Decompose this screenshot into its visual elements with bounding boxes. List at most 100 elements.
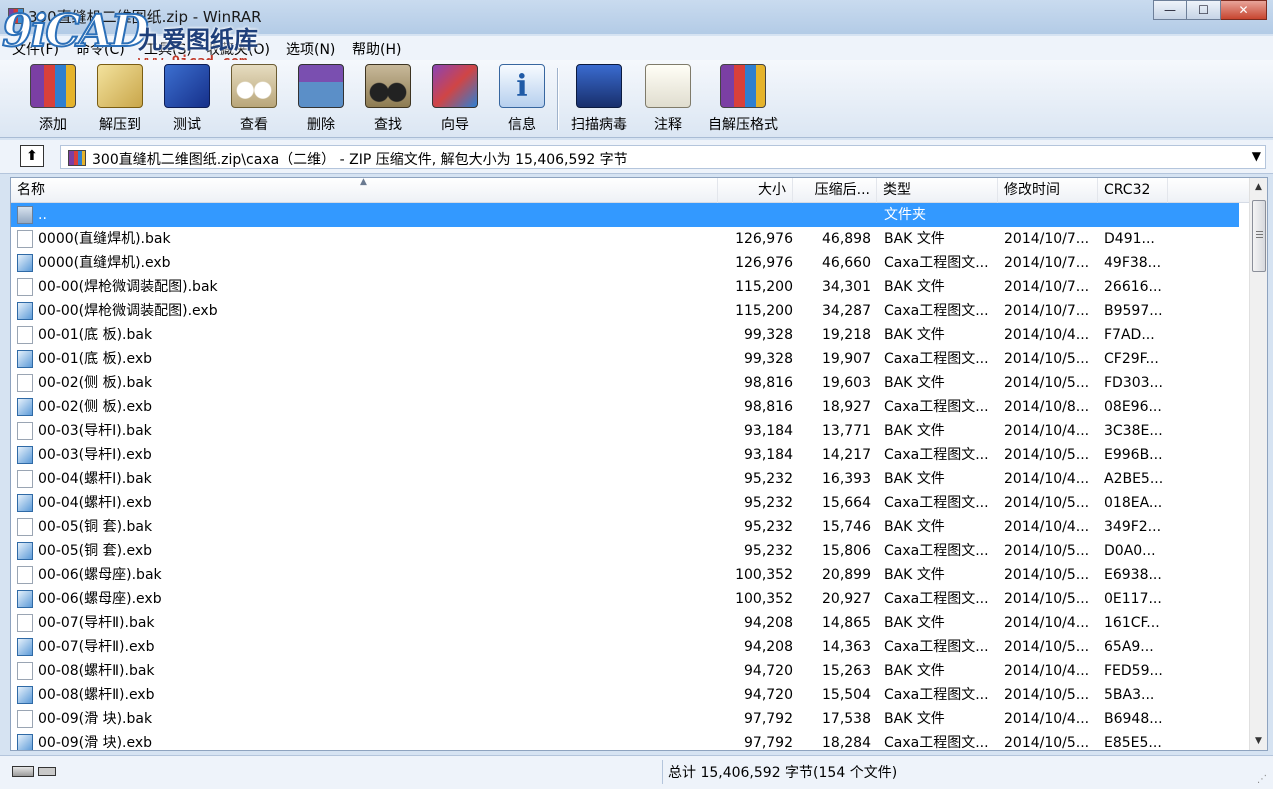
table-row[interactable]: 00-05(铜 套).bak 95,232 15,746 BAK 文件 2014/10/… [11,515,1239,539]
table-row[interactable]: 00-04(螺杆Ⅰ).bak 95,232 16,393 BAK 文件 2014/10/… [11,467,1239,491]
table-row[interactable]: 00-04(螺杆Ⅰ).exb 95,232 15,664 Caxa工程图文... 201… [11,491,1239,515]
column-name[interactable]: 名称 [11,178,718,203]
file-crc: 65A9... [1104,639,1154,655]
file-crc: E85E5... [1104,735,1162,751]
toolbar-test-button[interactable]: 测试 [152,64,222,134]
toolbar-info-button[interactable]: 信息 [487,64,557,134]
file-list[interactable]: ▲ 名称 大小 压缩后... 类型 修改时间 CRC32 .. 文件夹 0000(直… [10,177,1268,751]
bak-file-icon [17,710,33,728]
path-dropdown-icon[interactable]: ▼ [1252,149,1261,163]
file-size: 94,720 [744,663,793,679]
file-name: 00-09(滑 块).exb [38,735,153,751]
table-row[interactable]: .. 文件夹 [11,203,1239,227]
file-size: 115,200 [735,303,793,319]
file-packed-size: 15,263 [822,663,871,679]
file-crc: 349F2... [1104,519,1162,535]
toolbar-view-button[interactable]: 查看 [219,64,289,134]
path-combobox[interactable]: 300直缝机二维图纸.zip\caxa（二维） - ZIP 压缩文件, 解包大小… [60,145,1266,169]
column-size[interactable]: 大小 [718,178,793,203]
toolbar-add-button[interactable]: 添加 [18,64,88,134]
table-row[interactable]: 00-08(螺杆Ⅱ).exb 94,720 15,504 Caxa工程图文... 201… [11,683,1239,707]
table-row[interactable]: 00-05(铜 套).exb 95,232 15,806 Caxa工程图文... 201… [11,539,1239,563]
table-row[interactable]: 00-07(导杆Ⅱ).exb 94,208 14,363 Caxa工程图文... 201… [11,635,1239,659]
file-crc: FD303... [1104,375,1163,391]
menu-options[interactable]: 选项(N) [286,39,335,59]
column-crc[interactable]: CRC32 [1098,178,1168,203]
file-type: Caxa工程图文... [884,447,989,463]
table-row[interactable]: 00-00(焊枪微调装配图).bak 115,200 34,301 BAK 文件 201… [11,275,1239,299]
file-crc: 0E117... [1104,591,1162,607]
menu-help[interactable]: 帮助(H) [352,39,401,59]
table-row[interactable]: 00-02(侧 板).exb 98,816 18,927 Caxa工程图文... 201… [11,395,1239,419]
table-row[interactable]: 00-09(滑 块).exb 97,792 18,284 Caxa工程图文... 201… [11,731,1239,751]
file-name: 00-00(焊枪微调装配图).bak [38,279,218,295]
toolbar-sfx-button[interactable]: 自解压格式 [708,64,778,134]
toolbar-find-button[interactable]: 查找 [353,64,423,134]
table-row[interactable]: 00-02(侧 板).bak 98,816 19,603 BAK 文件 2014/10/… [11,371,1239,395]
add-icon [30,64,76,108]
scroll-up-icon[interactable]: ▲ [1250,178,1267,196]
table-row[interactable]: 00-03(导杆Ⅰ).bak 93,184 13,771 BAK 文件 2014/10/… [11,419,1239,443]
close-button[interactable]: ✕ [1221,0,1267,20]
winrar-app-icon[interactable] [8,8,24,24]
table-row[interactable]: 00-01(底 板).exb 99,328 19,907 Caxa工程图文... 201… [11,347,1239,371]
file-type: Caxa工程图文... [884,591,989,607]
table-row[interactable]: 00-03(导杆Ⅰ).exb 93,184 14,217 Caxa工程图文... 201… [11,443,1239,467]
file-type: BAK 文件 [884,471,945,487]
file-crc: B9597... [1104,303,1163,319]
toolbar-extract-button[interactable]: 解压到 [85,64,155,134]
status-icons [12,766,58,778]
up-folder-button[interactable]: ⬆ [20,145,44,167]
file-type: BAK 文件 [884,519,945,535]
file-name: 00-02(侧 板).bak [38,375,153,391]
drive-icon[interactable] [12,766,34,777]
menu-commands[interactable]: 命令(C) [76,39,125,59]
status-bar: 总计 15,406,592 字节(154 个文件) ⋰ [0,755,1273,789]
file-type: BAK 文件 [884,663,945,679]
file-type: BAK 文件 [884,231,945,247]
file-type: BAK 文件 [884,327,945,343]
bak-file-icon [17,422,33,440]
file-name: 00-01(底 板).bak [38,327,153,343]
file-modified: 2014/10/5... [1004,447,1090,463]
toolbar-comment-button[interactable]: 注释 [633,64,703,134]
table-row[interactable]: 00-01(底 板).bak 99,328 19,218 BAK 文件 2014/10/… [11,323,1239,347]
file-name: 00-03(导杆Ⅰ).bak [38,423,152,439]
folder-icon [17,206,33,224]
menu-favorites[interactable]: 收藏夹(O) [206,39,270,59]
menu-file[interactable]: 文件(F) [12,39,59,59]
minimize-button[interactable]: — [1153,0,1187,20]
file-crc: 49F38... [1104,255,1162,271]
maximize-button[interactable]: ☐ [1187,0,1221,20]
vertical-scrollbar[interactable]: ▲ ▼ [1249,178,1267,750]
column-modified[interactable]: 修改时间 [998,178,1098,203]
file-crc: 26616... [1104,279,1162,295]
table-row[interactable]: 0000(直缝焊机).exb 126,976 46,660 Caxa工程图文... 20… [11,251,1239,275]
toolbar-scan-virus-button[interactable]: 扫描病毒 [564,64,634,134]
file-packed-size: 17,538 [822,711,871,727]
table-row[interactable]: 00-09(滑 块).bak 97,792 17,538 BAK 文件 2014/10/… [11,707,1239,731]
key-icon[interactable] [38,767,56,776]
table-row[interactable]: 00-00(焊枪微调装配图).exb 115,200 34,287 Caxa工程图文.… [11,299,1239,323]
table-row[interactable]: 00-08(螺杆Ⅱ).bak 94,720 15,263 BAK 文件 2014/10/… [11,659,1239,683]
file-size: 97,792 [744,735,793,751]
table-row[interactable]: 00-06(螺母座).bak 100,352 20,899 BAK 文件 2014/10… [11,563,1239,587]
address-bar: ⬆ 300直缝机二维图纸.zip\caxa（二维） - ZIP 压缩文件, 解包… [0,140,1273,174]
scroll-down-icon[interactable]: ▼ [1250,732,1267,750]
file-name: 0000(直缝焊机).bak [38,231,171,247]
column-type[interactable]: 类型 [877,178,998,203]
table-row[interactable]: 00-06(螺母座).exb 100,352 20,927 Caxa工程图文... 20… [11,587,1239,611]
toolbar-delete-button[interactable]: 删除 [286,64,356,134]
file-type: Caxa工程图文... [884,495,989,511]
file-size [718,203,793,227]
table-row[interactable]: 0000(直缝焊机).bak 126,976 46,898 BAK 文件 2014/10… [11,227,1239,251]
file-size: 99,328 [744,351,793,367]
scroll-thumb[interactable] [1252,200,1266,272]
table-row[interactable]: 00-07(导杆Ⅱ).bak 94,208 14,865 BAK 文件 2014/10/… [11,611,1239,635]
toolbar-wizard-button[interactable]: 向导 [420,64,490,134]
file-type: BAK 文件 [884,615,945,631]
menu-tools[interactable]: 工具(S) [144,39,192,59]
column-packed[interactable]: 压缩后... [793,178,877,203]
resize-grip-icon[interactable]: ⋰ [1257,774,1267,785]
file-crc: 018EA... [1104,495,1163,511]
